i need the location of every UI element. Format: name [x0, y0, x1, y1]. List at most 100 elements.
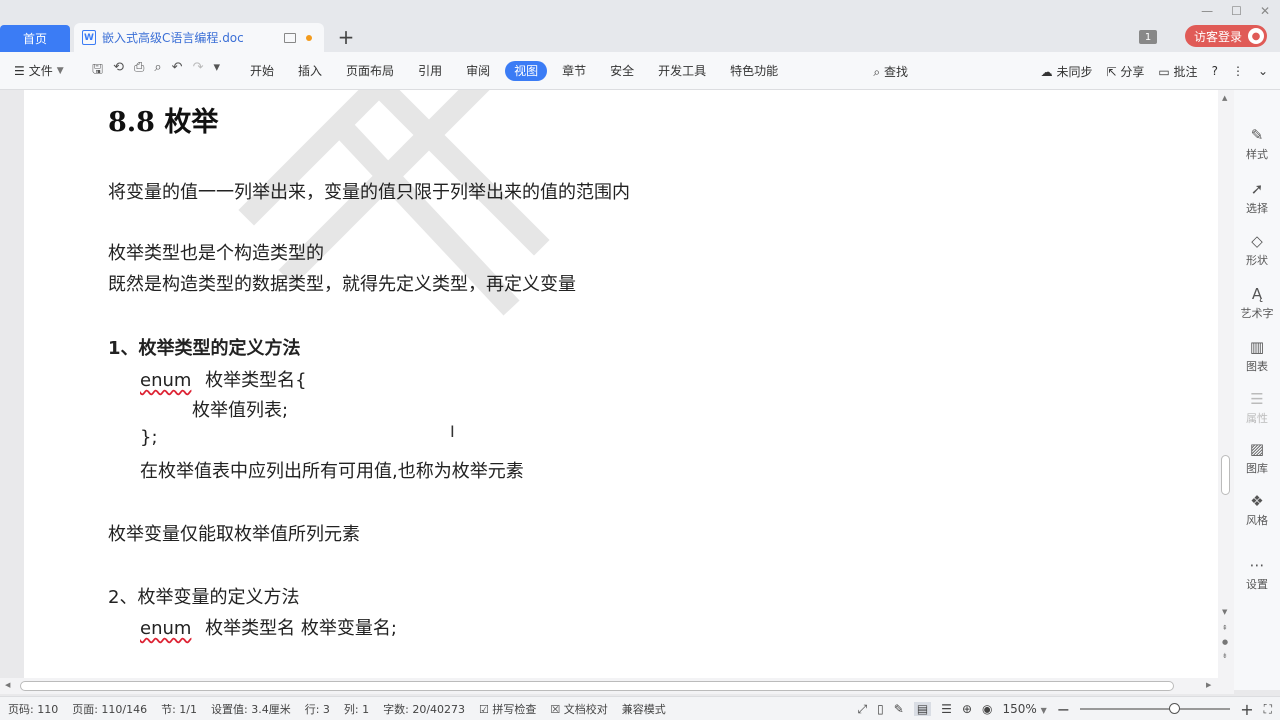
comment-icon: ▭ — [1158, 64, 1170, 79]
scroll-right-arrow-icon[interactable]: ▶ — [1206, 681, 1211, 689]
more-icon[interactable]: ⋮ — [1232, 64, 1244, 78]
customize-toolbar-icon[interactable]: ▾ — [213, 60, 220, 82]
side-panel-more[interactable]: ⋯ 设置 — [1234, 556, 1280, 592]
window-mode-icon[interactable] — [284, 32, 296, 43]
side-panel-label: 图表 — [1246, 360, 1268, 373]
side-panel-style[interactable]: ❖ 风格 — [1234, 492, 1280, 528]
side-panel-cursor[interactable]: ➚ 选择 — [1234, 180, 1280, 216]
hamburger-icon: ☰ — [14, 63, 25, 78]
next-page-icon[interactable]: ⇟ — [1222, 652, 1228, 660]
status-page[interactable]: 页面: 110/146 — [72, 701, 147, 717]
side-panel-label: 风格 — [1246, 514, 1268, 527]
share-button[interactable]: ⇱ 分享 — [1106, 63, 1144, 80]
save-icon[interactable]: 🖫 — [92, 60, 103, 82]
chevron-down-icon: ▼ — [56, 65, 64, 76]
undo-icon[interactable]: ↶ — [172, 60, 183, 82]
code-keyword: enum — [140, 618, 192, 639]
paragraph-line: 枚举变量仅能取枚举值所列元素 — [108, 524, 360, 545]
select-browse-icon[interactable]: ● — [1222, 638, 1228, 646]
document-page[interactable]: 8.8 枚举 将变量的值一一列举出来，变量的值只限于列举出来的值的范围内 枚举类… — [24, 90, 1218, 678]
vertical-scrollbar-thumb[interactable] — [1221, 455, 1230, 495]
zoom-slider[interactable] — [1080, 703, 1231, 714]
proofread-button[interactable]: ☒ 文档校对 — [550, 701, 607, 717]
cloud-save-icon[interactable]: ⟲ — [113, 60, 124, 82]
horizontal-scrollbar[interactable]: ◀ ▶ — [0, 678, 1234, 694]
properties-icon: ☰ — [1250, 390, 1264, 408]
side-panel-gallery[interactable]: ▨ 图库 — [1234, 440, 1280, 476]
chart-icon: ▥ — [1249, 338, 1265, 356]
tab-document-title: 嵌入式高级C语言编程.doc — [102, 31, 244, 45]
ribbon-tab-3[interactable]: 引用 — [406, 61, 454, 81]
tab-document[interactable]: W 嵌入式高级C语言编程.doc — [74, 23, 324, 52]
side-panel-art-text[interactable]: Ą 艺术字 — [1234, 285, 1280, 321]
status-wordcount[interactable]: 字数: 20/40273 — [383, 701, 465, 717]
ribbon-tab-9[interactable]: 特色功能 — [718, 61, 790, 81]
horizontal-scrollbar-thumb[interactable] — [20, 681, 1174, 691]
search-button[interactable]: ⌕ 查找 — [873, 63, 908, 80]
outline-view-icon[interactable]: ☰ — [941, 702, 952, 716]
collapse-ribbon-icon[interactable]: ⌄ — [1258, 64, 1268, 78]
ribbon-tab-1[interactable]: 插入 — [286, 61, 334, 81]
sync-label: 未同步 — [1056, 64, 1093, 79]
fit-page-icon[interactable]: ⛶ — [1264, 702, 1272, 717]
status-page-code[interactable]: 页码: 110 — [8, 701, 58, 717]
ribbon-tab-2[interactable]: 页面布局 — [334, 61, 406, 81]
ribbon-tab-0[interactable]: 开始 — [238, 61, 286, 81]
close-button[interactable]: ✕ — [1260, 4, 1270, 18]
side-panel-pen[interactable]: ✎ 样式 — [1234, 126, 1280, 162]
proofread-label: 文档校对 — [563, 702, 608, 716]
ribbon-tab-7[interactable]: 安全 — [598, 61, 646, 81]
vertical-scrollbar[interactable]: ▲ ▼ ⇞ ● ⇟ — [1218, 90, 1234, 678]
ribbon-tab-5[interactable]: 视图 — [505, 60, 548, 81]
zoom-in-button[interactable]: + — [1240, 700, 1253, 719]
code-line: enum 枚举类型名{ — [140, 366, 307, 392]
print-icon[interactable]: ⎙ — [134, 60, 144, 82]
side-panel-shapes[interactable]: ◇ 形状 — [1234, 232, 1280, 268]
sync-button[interactable]: ☁ 未同步 — [1041, 63, 1093, 80]
search-icon: ⌕ — [873, 64, 881, 79]
code-text: 枚举类型名 枚举变量名; — [205, 618, 397, 639]
redo-icon[interactable]: ↷ — [193, 60, 204, 82]
subheading-line: 2、枚举变量的定义方法 — [108, 587, 300, 608]
side-panel-label: 样式 — [1246, 148, 1268, 161]
prev-page-icon[interactable]: ⇞ — [1222, 624, 1228, 632]
comment-button[interactable]: ▭ 批注 — [1158, 63, 1197, 80]
scroll-up-arrow-icon[interactable]: ▲ — [1222, 94, 1227, 102]
guest-login-label: 访客登录 — [1194, 29, 1243, 44]
eye-protection-icon[interactable]: ◉ — [982, 702, 992, 716]
code-line: enum 枚举类型名 枚举变量名; — [140, 614, 397, 640]
notification-badge[interactable]: 1 — [1139, 30, 1157, 44]
ribbon-tab-6[interactable]: 章节 — [550, 61, 598, 81]
spellcheck-button[interactable]: ☑ 拼写检查 — [479, 701, 536, 717]
document-area[interactable]: 8.8 枚举 将变量的值一一列举出来，变量的值只限于列举出来的值的范围内 枚举类… — [0, 90, 1218, 678]
zoom-level[interactable]: 150% ▼ — [1002, 702, 1046, 716]
web-view-icon[interactable]: ⊕ — [962, 702, 972, 716]
scroll-down-arrow-icon[interactable]: ▼ — [1222, 608, 1227, 616]
status-setting[interactable]: 设置值: 3.4厘米 — [211, 701, 291, 717]
scroll-left-arrow-icon[interactable]: ◀ — [5, 681, 10, 689]
status-section[interactable]: 节: 1/1 — [161, 701, 197, 717]
new-tab-button[interactable]: + — [336, 25, 356, 49]
edit-mode-icon[interactable]: ✎ — [894, 702, 904, 716]
zoom-slider-knob[interactable] — [1168, 703, 1180, 714]
tab-home[interactable]: 首页 — [0, 25, 70, 52]
maximize-button[interactable]: ☐ — [1231, 4, 1242, 18]
ribbon-menu-bar: ☰ 文件 ▼ 🖫 ⟲ ⎙ ⌕ ↶ ↷ ▾ 开始 插入 页面布局 引用 审阅 视图 章节 安全开… — [0, 52, 1280, 90]
print-preview-icon[interactable]: ⌕ — [154, 60, 161, 82]
minimize-button[interactable]: — — [1201, 4, 1213, 18]
share-icon: ⇱ — [1106, 64, 1117, 79]
fullscreen-icon[interactable]: ⤢ — [858, 702, 868, 717]
zoom-out-button[interactable]: − — [1057, 700, 1070, 719]
side-panel-label: 属性 — [1246, 412, 1268, 425]
file-menu-button[interactable]: ☰ 文件 ▼ — [14, 62, 84, 79]
ribbon-tab-8[interactable]: 开发工具 — [646, 61, 718, 81]
guest-login-button[interactable]: 访客登录 ● — [1185, 25, 1267, 47]
page-view-icon[interactable]: ▤ — [913, 702, 932, 716]
side-panel-chart[interactable]: ▥ 图表 — [1234, 338, 1280, 374]
paragraph-line: 在枚举值表中应列出所有可用值,也称为枚举元素 — [140, 461, 524, 482]
reading-mode-icon[interactable]: ▯ — [877, 702, 884, 716]
window-controls: — ☐ ✕ — [1201, 4, 1270, 18]
help-button[interactable]: ? — [1212, 64, 1218, 78]
ribbon-tab-4[interactable]: 审阅 — [454, 61, 502, 81]
side-panel-label: 选择 — [1246, 202, 1268, 215]
